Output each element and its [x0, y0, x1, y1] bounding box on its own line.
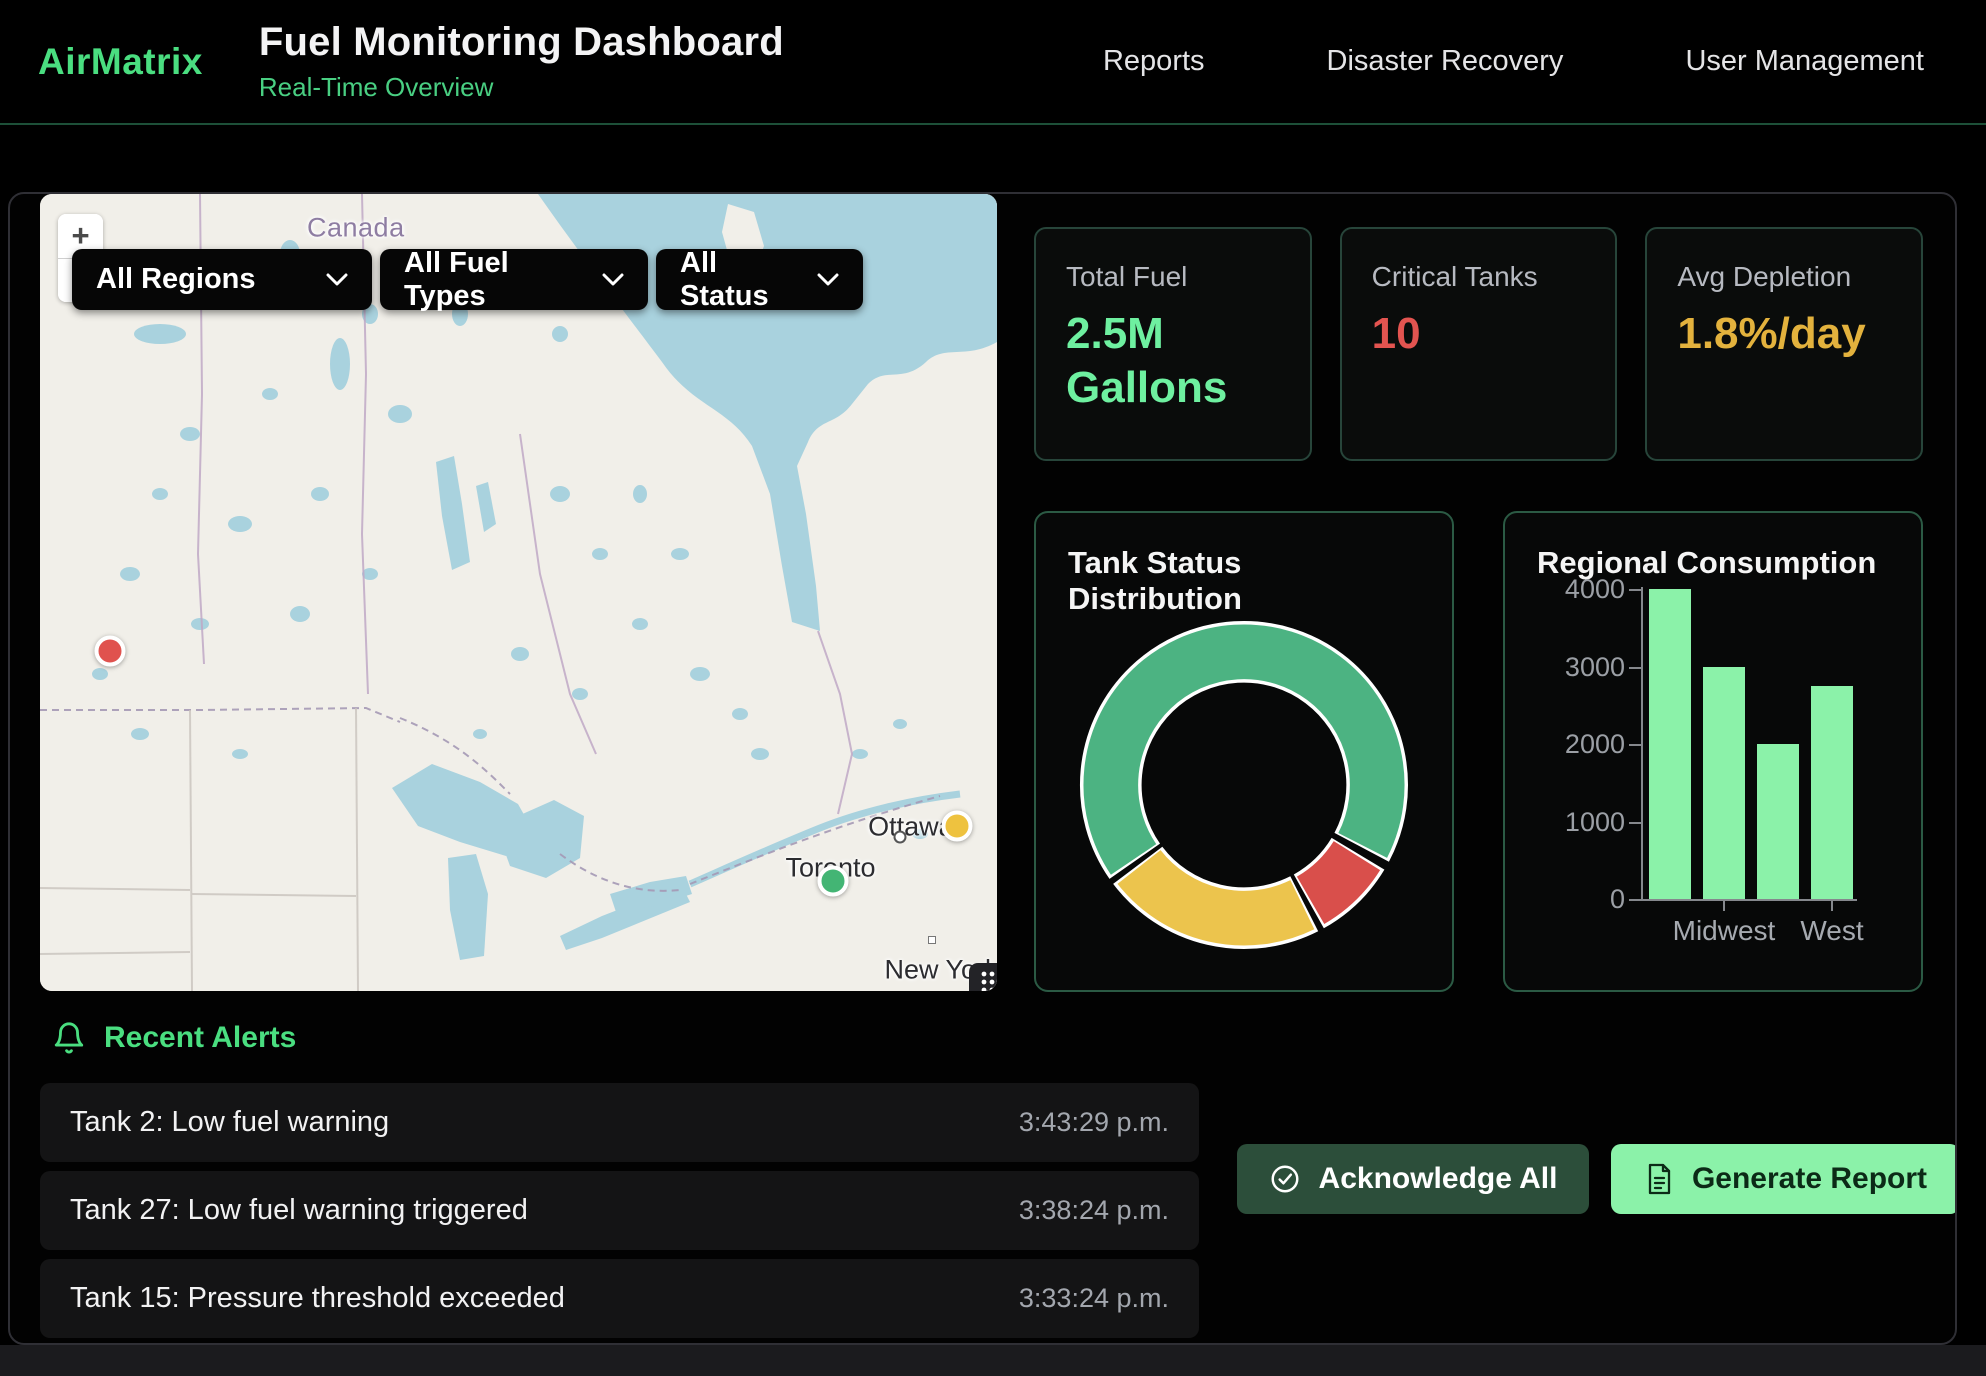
alert-message: Tank 2: Low fuel warning — [70, 1106, 389, 1139]
acknowledge-all-label: Acknowledge All — [1319, 1162, 1558, 1196]
alert-time: 3:38:24 p.m. — [1019, 1195, 1169, 1226]
alerts-list: Recent Alerts Tank 2: Low fuel warning 3… — [40, 1016, 1199, 1345]
fuel-type-filter-value: All Fuel Types — [404, 247, 584, 313]
top-row: Canada Ottawa Toronto New York + − All R… — [10, 194, 1955, 991]
page-title: Fuel Monitoring Dashboard — [259, 20, 784, 65]
app-logo: AirMatrix — [38, 41, 203, 83]
map-filter-bar: All Regions All Fuel Types All Status — [72, 249, 863, 310]
stat-card-critical-tanks: Critical Tanks 10 — [1340, 227, 1618, 461]
generate-report-label: Generate Report — [1692, 1162, 1927, 1196]
tank-status-donut — [1078, 619, 1410, 951]
stat-value-critical-tanks: 10 — [1372, 307, 1586, 361]
map-canvas — [40, 194, 997, 991]
charts-row: Tank Status Distribution Regional Consum… — [1034, 511, 1923, 992]
stat-value-total-fuel: 2.5M Gallons — [1066, 307, 1280, 414]
y-axis-tick-label: 3000 — [1563, 652, 1625, 683]
title-block: Fuel Monitoring Dashboard Real-Time Over… — [259, 20, 784, 103]
region-filter-value: All Regions — [96, 263, 256, 296]
stat-card-total-fuel: Total Fuel 2.5M Gallons — [1034, 227, 1312, 461]
alert-time: 3:33:24 p.m. — [1019, 1283, 1169, 1314]
stat-card-avg-depletion: Avg Depletion 1.8%/day — [1645, 227, 1923, 461]
y-axis-tick-label: 1000 — [1563, 807, 1625, 838]
regional-consumption-bar-chart: 01000200030004000MidwestWest — [1563, 587, 1863, 952]
alert-row[interactable]: Tank 27: Low fuel warning triggered 3:38… — [40, 1171, 1199, 1250]
map-drag-handle[interactable] — [969, 963, 997, 991]
nav-item-user-management[interactable]: User Management — [1685, 45, 1924, 78]
chart-title: Tank Status Distribution — [1068, 545, 1420, 617]
dashboard-container: Canada Ottawa Toronto New York + − All R… — [8, 192, 1957, 1345]
consumption-bar — [1757, 744, 1799, 899]
stat-label: Avg Depletion — [1677, 261, 1891, 293]
top-nav-bar: AirMatrix Fuel Monitoring Dashboard Real… — [0, 0, 1986, 125]
nav-item-disaster-recovery[interactable]: Disaster Recovery — [1327, 45, 1564, 78]
document-icon — [1644, 1163, 1674, 1195]
alert-row[interactable]: Tank 2: Low fuel warning 3:43:29 p.m. — [40, 1083, 1199, 1162]
fuel-type-filter-dropdown[interactable]: All Fuel Types — [380, 249, 648, 310]
tank-marker-critical[interactable] — [94, 635, 125, 666]
main-nav: Reports Disaster Recovery User Managemen… — [1103, 45, 1924, 78]
fuel-tank-map[interactable]: Canada Ottawa Toronto New York + − All R… — [40, 194, 997, 991]
alerts-header: Recent Alerts — [40, 1016, 1199, 1060]
alert-message: Tank 27: Low fuel warning triggered — [70, 1194, 528, 1227]
acknowledge-all-button[interactable]: Acknowledge All — [1237, 1144, 1589, 1214]
consumption-bar — [1649, 589, 1691, 899]
y-axis-tick-label: 2000 — [1563, 729, 1625, 760]
tank-status-distribution-card: Tank Status Distribution — [1034, 511, 1454, 992]
regional-consumption-card: Regional Consumption 01000200030004000Mi… — [1503, 511, 1923, 992]
new-york-town-dot — [928, 936, 936, 944]
grip-dots-icon — [976, 969, 997, 991]
tank-marker-normal[interactable] — [818, 866, 849, 897]
bell-icon — [52, 1021, 86, 1055]
recent-alerts-section: Recent Alerts Tank 2: Low fuel warning 3… — [10, 991, 1955, 1345]
check-circle-icon — [1269, 1163, 1301, 1195]
x-axis-tick-label: West — [1762, 915, 1902, 947]
chevron-down-icon — [817, 273, 839, 287]
alert-message: Tank 15: Pressure threshold exceeded — [70, 1282, 565, 1315]
alerts-title: Recent Alerts — [104, 1021, 296, 1055]
generate-report-button[interactable]: Generate Report — [1611, 1144, 1957, 1214]
status-filter-value: All Status — [680, 247, 799, 313]
alert-time: 3:43:29 p.m. — [1019, 1107, 1169, 1138]
nav-item-reports[interactable]: Reports — [1103, 45, 1205, 78]
donut-chart-wrap — [1078, 619, 1410, 956]
stat-label: Critical Tanks — [1372, 261, 1586, 293]
ottawa-town-dot — [894, 831, 907, 844]
page-bottom-strip — [0, 1345, 1986, 1376]
stat-label: Total Fuel — [1066, 261, 1280, 293]
consumption-bar — [1703, 667, 1745, 900]
y-axis-tick-label: 0 — [1563, 884, 1625, 915]
consumption-bar — [1811, 686, 1853, 899]
stats-row: Total Fuel 2.5M Gallons Critical Tanks 1… — [1034, 227, 1923, 461]
chevron-down-icon — [602, 273, 624, 287]
region-filter-dropdown[interactable]: All Regions — [72, 249, 372, 310]
alerts-actions: Acknowledge All Generate Report — [1237, 1144, 1957, 1345]
y-axis-tick-label: 4000 — [1563, 574, 1625, 605]
stat-value-avg-depletion: 1.8%/day — [1677, 307, 1891, 361]
alert-row[interactable]: Tank 15: Pressure threshold exceeded 3:3… — [40, 1259, 1199, 1338]
tank-marker-warning[interactable] — [941, 811, 972, 842]
chevron-down-icon — [326, 273, 348, 287]
status-filter-dropdown[interactable]: All Status — [656, 249, 863, 310]
page-subtitle: Real-Time Overview — [259, 72, 784, 103]
right-column: Total Fuel 2.5M Gallons Critical Tanks 1… — [1034, 194, 1923, 991]
